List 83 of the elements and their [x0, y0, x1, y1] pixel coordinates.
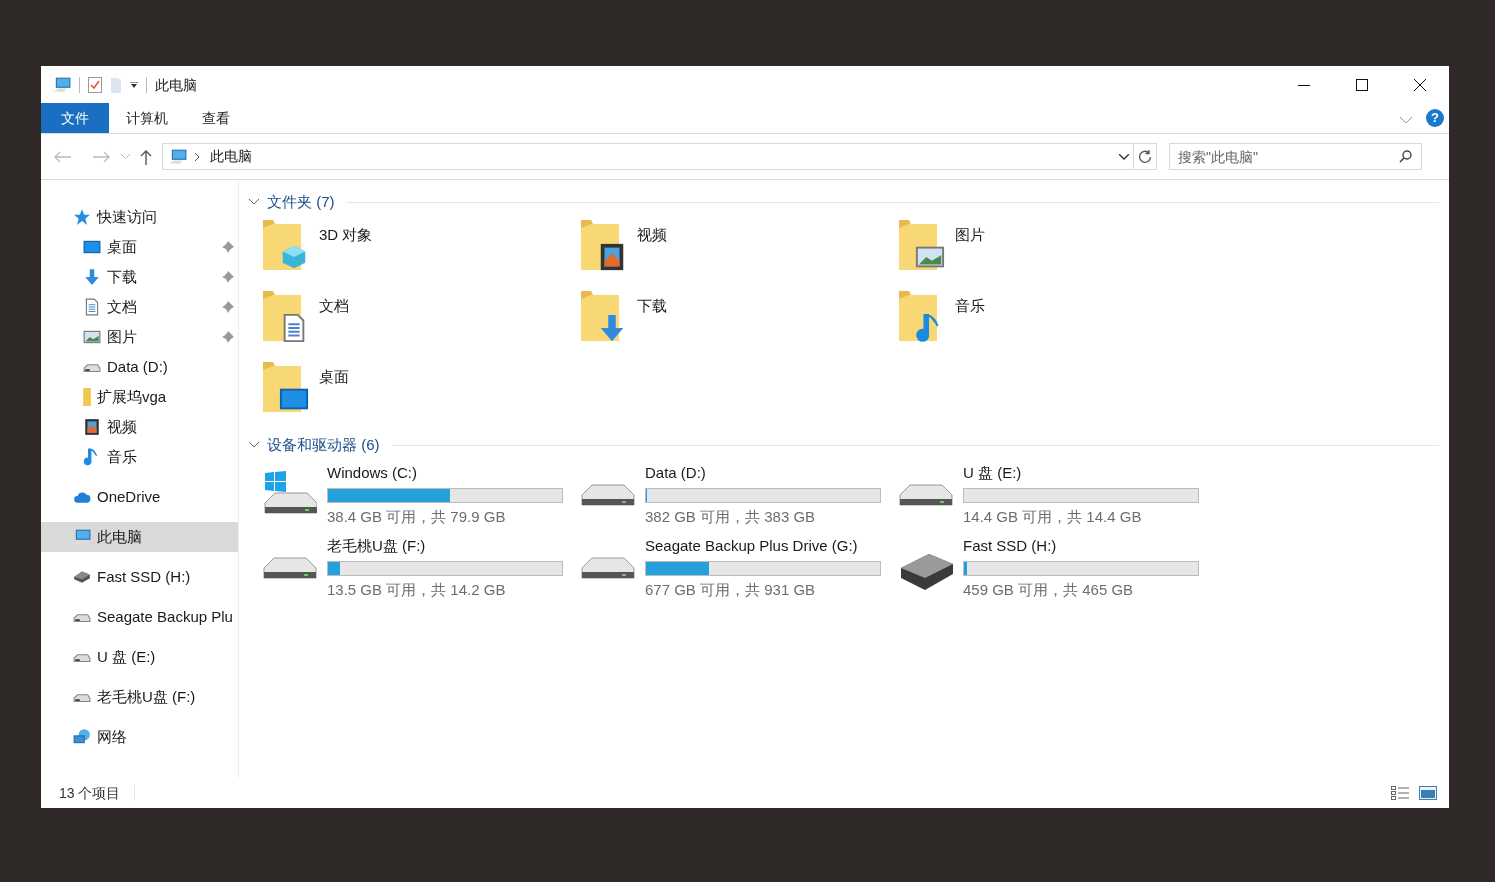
nav-item[interactable]: Data (D:): [41, 352, 238, 382]
desktop-icon: [83, 238, 101, 256]
chevron-down-icon[interactable]: [1119, 153, 1129, 160]
nav-item[interactable]: 老毛桃U盘 (F:): [41, 682, 238, 712]
details-view-icon[interactable]: [1391, 786, 1409, 800]
free-space-text: 459 GB 可用，共 465 GB: [963, 579, 1135, 600]
nav-item[interactable]: 桌面: [41, 232, 238, 262]
star-icon: [73, 208, 91, 226]
nav-item[interactable]: 视频: [41, 412, 238, 442]
address-bar[interactable]: 此电脑: [162, 143, 1157, 170]
drive-icon: [263, 557, 317, 579]
film-icon: [83, 418, 101, 436]
recent-dropdown-icon[interactable]: [121, 154, 130, 159]
folder-item[interactable]: 下载: [579, 289, 897, 360]
drive-icon: [899, 484, 953, 506]
breadcrumb-chevron-icon: [195, 152, 200, 161]
folder-item[interactable]: 音乐: [897, 289, 1215, 360]
nav-item[interactable]: U 盘 (E:): [41, 642, 238, 672]
drive-icon: [581, 484, 635, 506]
drive-item[interactable]: Seagate Backup Plus Drive (G:) 677 GB 可用，共 931 GB: [581, 536, 899, 600]
free-space-text: 13.5 GB 可用，共 14.2 GB: [327, 579, 507, 600]
network-globe-icon: [73, 728, 91, 746]
drive-item[interactable]: Windows (C:) 38.4 GB 可用，共 79.9 GB: [263, 463, 581, 527]
nav-item[interactable]: Fast SSD (H:): [41, 562, 238, 592]
nav-item[interactable]: 扩展坞vga: [41, 382, 238, 412]
folder-item[interactable]: 文档: [261, 289, 579, 360]
nav-item[interactable]: 音乐: [41, 442, 238, 472]
drive-item[interactable]: 老毛桃U盘 (F:) 13.5 GB 可用，共 14.2 GB: [263, 536, 581, 600]
computer-icon: [169, 147, 187, 166]
picture-icon: [83, 328, 101, 346]
nav-item[interactable]: OneDrive: [41, 482, 238, 512]
drive-name: Fast SSD (H:): [963, 536, 1058, 556]
nav-item[interactable]: 此电脑: [41, 522, 238, 552]
customize-dropdown-icon[interactable]: [130, 82, 138, 88]
address-path[interactable]: 此电脑: [210, 146, 252, 167]
folder-item[interactable]: 3D 对象: [261, 218, 579, 289]
ribbon-tab[interactable]: 计算机: [109, 103, 185, 133]
free-space-text: 677 GB 可用，共 931 GB: [645, 579, 817, 600]
drive-item[interactable]: Fast SSD (H:) 459 GB 可用，共 465 GB: [899, 536, 1217, 600]
folder-icon: [83, 388, 91, 406]
group-heading[interactable]: 设备和驱动器 (6): [267, 433, 380, 457]
download-arrow-icon: [83, 268, 101, 286]
minimize-icon: [1298, 84, 1310, 86]
folder-item[interactable]: 图片: [897, 218, 1215, 289]
forward-arrow-icon[interactable]: [93, 150, 111, 163]
free-space-text: 38.4 GB 可用，共 79.9 GB: [327, 506, 507, 527]
refresh-icon[interactable]: [1138, 149, 1152, 164]
search-icon: [1399, 150, 1412, 163]
nav-item[interactable]: Seagate Backup Plu: [41, 602, 238, 632]
folder-item[interactable]: 视频: [579, 218, 897, 289]
ribbon-tab[interactable]: 文件: [41, 103, 109, 133]
drive-name: U 盘 (E:): [963, 463, 1023, 483]
drive-item[interactable]: Data (D:) 382 GB 可用，共 383 GB: [581, 463, 899, 527]
group-heading[interactable]: 文件夹 (7): [267, 190, 335, 214]
nav-item[interactable]: 图片: [41, 322, 238, 352]
nav-item[interactable]: 文档: [41, 292, 238, 322]
help-button[interactable]: ?: [1426, 109, 1444, 127]
close-icon: [1414, 79, 1426, 91]
drive-name: 老毛桃U盘 (F:): [327, 536, 427, 556]
folder-item[interactable]: 桌面: [261, 360, 579, 431]
collapse-chevron-icon[interactable]: [249, 442, 259, 448]
drive-item[interactable]: U 盘 (E:) 14.4 GB 可用，共 14.4 GB: [899, 463, 1217, 527]
search-field[interactable]: 搜索"此电脑": [1169, 143, 1422, 170]
free-space-text: 14.4 GB 可用，共 14.4 GB: [963, 506, 1143, 527]
large-icons-view-icon[interactable]: [1419, 786, 1437, 800]
back-arrow-icon[interactable]: [53, 150, 71, 163]
properties-checkmark-icon[interactable]: [88, 77, 102, 93]
maximize-icon: [1356, 79, 1368, 91]
nav-item[interactable]: 网络: [41, 722, 238, 752]
window-title: 此电脑: [155, 75, 197, 95]
nav-item[interactable]: 快速访问: [41, 202, 238, 232]
nav-item[interactable]: 下载: [41, 262, 238, 292]
free-space-text: 382 GB 可用，共 383 GB: [645, 506, 817, 527]
collapse-chevron-icon[interactable]: [249, 199, 259, 205]
document-icon: [83, 298, 101, 316]
item-count: 13 个项目: [59, 783, 121, 803]
drive-icon: [581, 557, 635, 579]
drive-name: Windows (C:): [327, 463, 418, 483]
up-arrow-icon[interactable]: [140, 148, 152, 165]
drive-name: Data (D:): [645, 463, 707, 483]
drive-name: Seagate Backup Plus Drive (G:): [645, 536, 859, 556]
ribbon-tab[interactable]: 查看: [185, 103, 247, 133]
computer-icon: [53, 76, 71, 94]
